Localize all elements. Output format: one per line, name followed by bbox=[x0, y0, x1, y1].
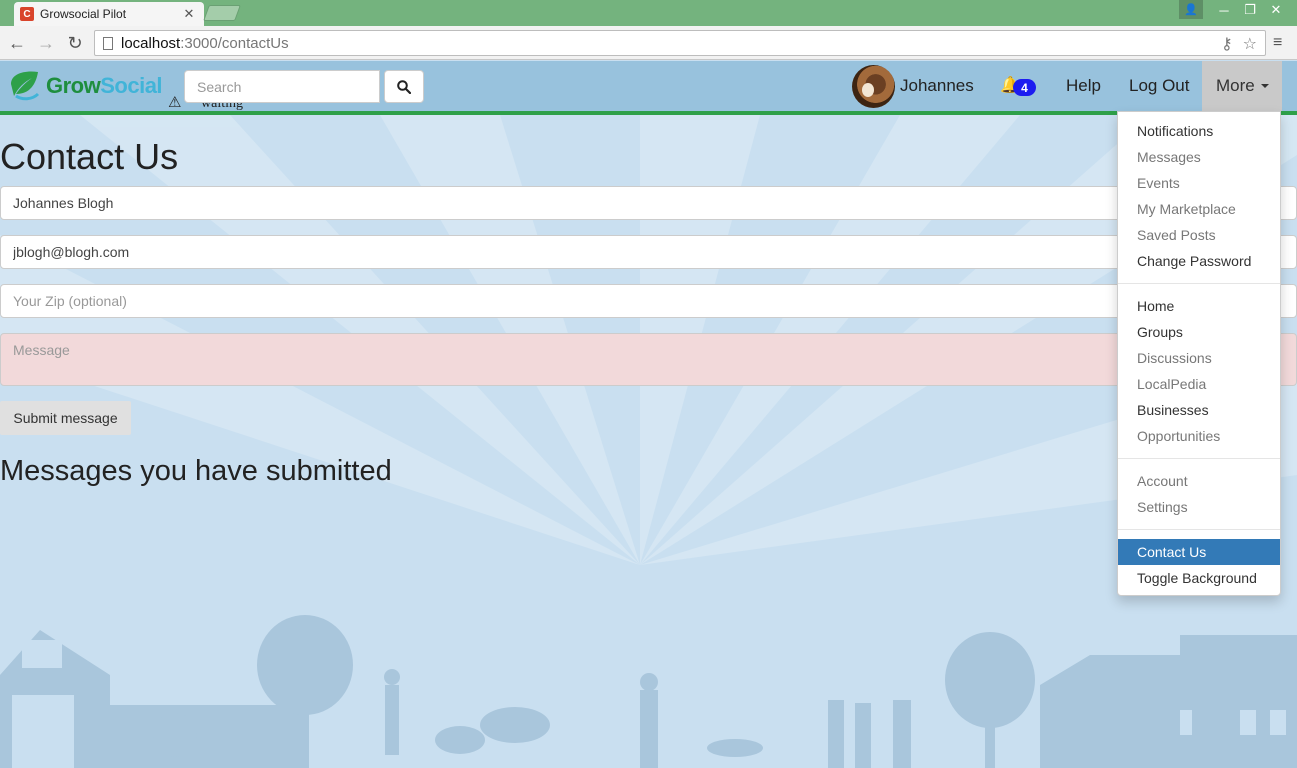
growsocial-logo[interactable]: GrowSocial bbox=[8, 70, 163, 102]
menu-item-localpedia[interactable]: LocalPedia bbox=[1118, 371, 1280, 397]
restore-icon[interactable]: ❐ bbox=[1237, 0, 1263, 20]
search-input[interactable] bbox=[184, 70, 380, 103]
menu-item-discussions[interactable]: Discussions bbox=[1118, 345, 1280, 371]
leaf-logo-icon bbox=[11, 71, 40, 101]
bookmark-star-icon[interactable]: ☆ bbox=[1243, 34, 1257, 54]
key-icon[interactable]: ⚷ bbox=[1221, 34, 1233, 54]
search-icon bbox=[397, 79, 411, 94]
menu-item-home[interactable]: Home bbox=[1118, 293, 1280, 319]
close-tab-icon[interactable]: ✕ bbox=[180, 6, 198, 22]
address-bar[interactable]: localhost:3000/contactUs ⚷ ☆ bbox=[94, 30, 1266, 56]
navbar-accent-bar bbox=[0, 111, 1297, 115]
page-title: Contact Us bbox=[0, 136, 179, 177]
menu-divider bbox=[1118, 529, 1280, 530]
logo-text: GrowSocial bbox=[46, 73, 163, 99]
menu-item-businesses[interactable]: Businesses bbox=[1118, 397, 1280, 423]
window-controls: 👤 ─ ❐ ✕ bbox=[1179, 0, 1289, 20]
forward-icon[interactable]: → bbox=[35, 32, 57, 54]
browser-toolbar: ← → ↻ localhost:3000/contactUs ⚷ ☆ ≡ bbox=[0, 26, 1297, 60]
submit-message-button[interactable]: Submit message bbox=[0, 401, 131, 435]
favicon-icon: C bbox=[20, 7, 34, 21]
menu-item-messages[interactable]: Messages bbox=[1118, 144, 1280, 170]
menu-item-change-password[interactable]: Change Password bbox=[1118, 248, 1280, 274]
caret-down-icon bbox=[1260, 84, 1269, 88]
chrome-menu-icon[interactable]: ≡ bbox=[1273, 34, 1289, 52]
menu-item-saved-posts[interactable]: Saved Posts bbox=[1118, 222, 1280, 248]
menu-item-events[interactable]: Events bbox=[1118, 170, 1280, 196]
menu-item-notifications[interactable]: Notifications bbox=[1118, 118, 1280, 144]
search-button[interactable] bbox=[384, 70, 424, 103]
site-navbar: GrowSocial ⚠ waiting Johannes 🔔 4 Help L… bbox=[0, 61, 1297, 111]
browser-tabstrip: C Growsocial Pilot ✕ 👤 ─ ❐ ✕ bbox=[0, 0, 1297, 26]
menu-item-settings[interactable]: Settings bbox=[1118, 494, 1280, 520]
notification-badge[interactable]: 4 bbox=[1013, 79, 1036, 96]
more-label: More bbox=[1216, 76, 1255, 95]
back-icon[interactable]: ← bbox=[6, 32, 28, 54]
zip-field[interactable] bbox=[0, 284, 1297, 318]
page-icon bbox=[103, 36, 113, 50]
logout-link[interactable]: Log Out bbox=[1129, 76, 1190, 96]
more-dropdown-toggle[interactable]: More bbox=[1202, 61, 1282, 111]
help-link[interactable]: Help bbox=[1066, 76, 1101, 96]
menu-item-groups[interactable]: Groups bbox=[1118, 319, 1280, 345]
menu-item-toggle-background[interactable]: Toggle Background bbox=[1118, 565, 1280, 591]
url-host: localhost bbox=[121, 34, 181, 52]
menu-item-opportunities[interactable]: Opportunities bbox=[1118, 423, 1280, 449]
menu-item-contact-us[interactable]: Contact Us bbox=[1118, 539, 1280, 565]
menu-divider bbox=[1118, 283, 1280, 284]
menu-item-my-marketplace[interactable]: My Marketplace bbox=[1118, 196, 1280, 222]
avatar[interactable] bbox=[852, 65, 895, 108]
more-dropdown-menu: Notifications Messages Events My Marketp… bbox=[1117, 111, 1281, 596]
name-field[interactable] bbox=[0, 186, 1297, 220]
submitted-messages-heading: Messages you have submitted bbox=[0, 455, 392, 487]
menu-divider bbox=[1118, 458, 1280, 459]
minimize-icon[interactable]: ─ bbox=[1211, 0, 1237, 20]
user-name-link[interactable]: Johannes bbox=[900, 76, 974, 96]
email-field[interactable] bbox=[0, 235, 1297, 269]
warning-icon: ⚠ bbox=[168, 94, 182, 111]
profile-icon[interactable]: 👤 bbox=[1179, 0, 1203, 19]
menu-item-account[interactable]: Account bbox=[1118, 468, 1280, 494]
logo-social: Social bbox=[100, 73, 163, 98]
reload-icon[interactable]: ↻ bbox=[64, 32, 86, 54]
tab-title: Growsocial Pilot bbox=[40, 7, 127, 21]
close-window-icon[interactable]: ✕ bbox=[1263, 0, 1289, 20]
browser-tab[interactable]: C Growsocial Pilot ✕ bbox=[14, 2, 204, 26]
url-path: :3000/contactUs bbox=[180, 34, 289, 52]
new-tab-button[interactable] bbox=[203, 5, 241, 21]
message-field[interactable] bbox=[0, 333, 1297, 386]
logo-grow: Grow bbox=[46, 73, 101, 98]
